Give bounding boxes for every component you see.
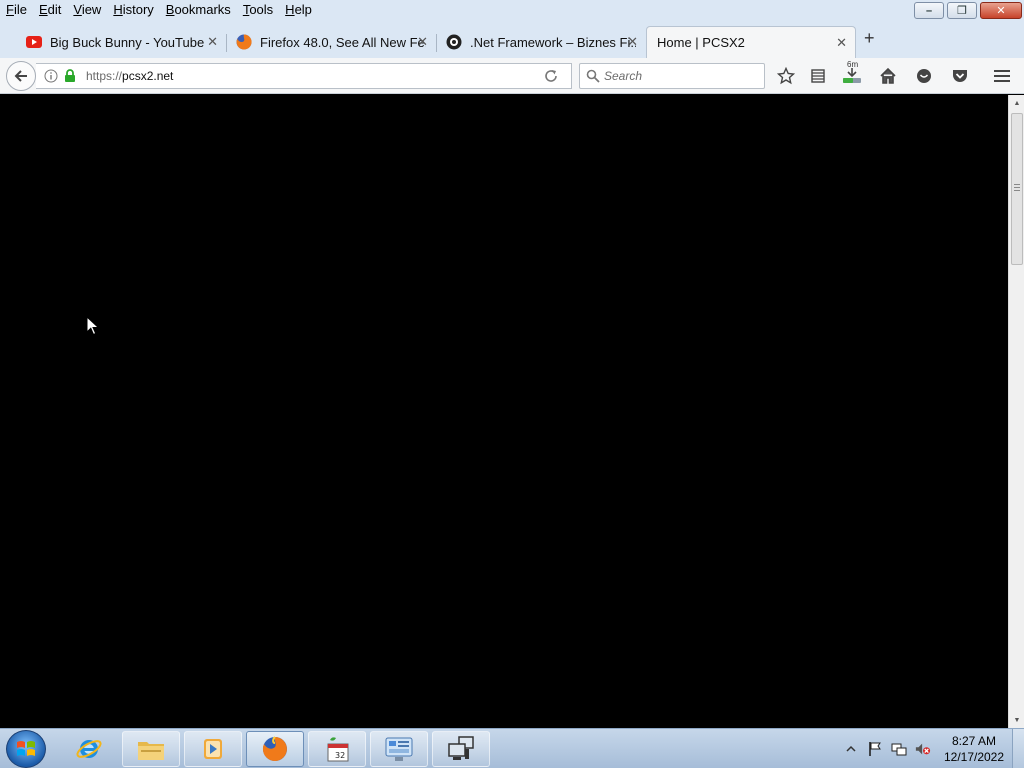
back-arrow-icon bbox=[14, 70, 27, 82]
title-bar: File Edit View History Bookmarks Tools H… bbox=[0, 0, 1024, 20]
taskbar: 32 8:27 AM 12/17/2022 bbox=[0, 728, 1024, 768]
network-status-icon[interactable] bbox=[891, 741, 907, 757]
nav-bar: https://pcsx2.net 6m bbox=[0, 58, 1024, 94]
tab-close-icon[interactable]: ✕ bbox=[207, 34, 218, 50]
url-bar[interactable]: https://pcsx2.net bbox=[36, 63, 572, 89]
tray-expand-icon[interactable] bbox=[843, 741, 859, 757]
scroll-thumb[interactable] bbox=[1011, 113, 1023, 265]
tab-title: .Net Framework – Biznes Fi... bbox=[470, 34, 636, 50]
taskbar-calendar-app[interactable]: 32 bbox=[308, 731, 366, 767]
taskbar-file-explorer[interactable] bbox=[122, 731, 180, 767]
volume-muted-icon[interactable] bbox=[915, 741, 931, 757]
control-panel-icon bbox=[385, 737, 413, 761]
back-button[interactable] bbox=[6, 61, 36, 91]
windows-logo-icon bbox=[17, 741, 35, 756]
file-explorer-icon bbox=[138, 742, 164, 760]
taskbar-network[interactable] bbox=[432, 731, 490, 767]
taskbar-control-panel[interactable] bbox=[370, 731, 428, 767]
tab-net-framework[interactable]: .Net Framework – Biznes Fi... ✕ bbox=[436, 26, 646, 58]
scroll-up-arrow-icon[interactable]: ▲ bbox=[1009, 95, 1024, 111]
calendar-badge: 32 bbox=[335, 751, 345, 760]
minimize-button[interactable]: – bbox=[914, 2, 944, 19]
menu-tools[interactable]: Tools bbox=[237, 1, 279, 19]
reading-list-icon[interactable] bbox=[804, 62, 832, 90]
tab-title: Big Buck Bunny - YouTube bbox=[50, 34, 205, 50]
vertical-scrollbar[interactable]: ▲ ▼ bbox=[1008, 95, 1024, 728]
calendar-app-icon: 32 bbox=[327, 737, 349, 762]
network-icon bbox=[448, 736, 474, 760]
clock-date: 12/17/2022 bbox=[943, 750, 1005, 764]
taskbar-firefox[interactable] bbox=[246, 731, 304, 767]
taskbar-internet-explorer[interactable] bbox=[60, 731, 118, 767]
menu-file[interactable]: File bbox=[0, 1, 33, 19]
tab-close-icon[interactable]: ✕ bbox=[627, 34, 638, 50]
tab-title: Home | PCSX2 bbox=[657, 35, 745, 50]
search-icon bbox=[586, 69, 600, 83]
tab-title: Firefox 48.0, See All New Fe... bbox=[260, 34, 426, 50]
reload-icon[interactable] bbox=[543, 68, 559, 84]
bookmark-star-icon[interactable] bbox=[772, 62, 800, 90]
window-controls: – ❐ ✕ bbox=[914, 2, 1022, 19]
menu-view[interactable]: View bbox=[67, 1, 107, 19]
new-tab-button[interactable]: + bbox=[864, 28, 875, 49]
tab-close-icon[interactable]: ✕ bbox=[836, 35, 847, 51]
screen: File Edit View History Bookmarks Tools H… bbox=[0, 0, 1024, 768]
mouse-pointer-icon bbox=[86, 316, 100, 336]
show-desktop-button[interactable] bbox=[1012, 729, 1024, 768]
download-time-badge: 6m bbox=[847, 60, 859, 69]
media-player-icon bbox=[204, 739, 222, 759]
taskbar-media-player[interactable] bbox=[184, 731, 242, 767]
menu-help[interactable]: Help bbox=[279, 1, 318, 19]
download-icon[interactable]: 6m bbox=[838, 60, 866, 90]
chat-icon[interactable] bbox=[910, 62, 938, 90]
pocket-icon[interactable] bbox=[946, 62, 974, 90]
clock-time: 8:27 AM bbox=[951, 734, 997, 748]
system-tray bbox=[843, 729, 931, 768]
site-icon bbox=[446, 34, 462, 50]
firefox-icon bbox=[262, 736, 287, 761]
menu-icon[interactable] bbox=[988, 62, 1016, 90]
internet-explorer-icon bbox=[76, 740, 102, 758]
tab-firefox-news[interactable]: Firefox 48.0, See All New Fe... ✕ bbox=[226, 26, 436, 58]
menu-history[interactable]: History bbox=[107, 1, 159, 19]
lock-icon[interactable] bbox=[64, 69, 76, 83]
tab-close-icon[interactable]: ✕ bbox=[417, 34, 428, 50]
home-icon[interactable] bbox=[874, 62, 902, 90]
action-center-flag-icon[interactable] bbox=[867, 741, 883, 757]
tab-pcsx2[interactable]: Home | PCSX2 ✕ bbox=[646, 26, 856, 58]
thumb-grip bbox=[1014, 184, 1020, 191]
info-icon[interactable] bbox=[44, 69, 58, 83]
firefox-icon bbox=[236, 34, 252, 50]
close-button[interactable]: ✕ bbox=[980, 2, 1022, 19]
scroll-down-arrow-icon[interactable]: ▼ bbox=[1009, 712, 1024, 728]
system-clock[interactable]: 8:27 AM 12/17/2022 bbox=[940, 733, 1008, 765]
restore-button[interactable]: ❐ bbox=[947, 2, 977, 19]
tab-youtube[interactable]: Big Buck Bunny - YouTube ✕ bbox=[16, 26, 226, 58]
youtube-icon bbox=[26, 36, 42, 48]
menu-bar: File Edit View History Bookmarks Tools H… bbox=[0, 0, 318, 20]
menu-bookmarks[interactable]: Bookmarks bbox=[160, 1, 237, 19]
search-bar[interactable] bbox=[579, 63, 765, 89]
menu-edit[interactable]: Edit bbox=[33, 1, 67, 19]
page-content[interactable] bbox=[0, 95, 1008, 728]
start-button[interactable] bbox=[6, 730, 46, 768]
tab-strip: Big Buck Bunny - YouTube ✕ Firefox 48.0,… bbox=[0, 20, 1024, 58]
url-text[interactable]: https://pcsx2.net bbox=[86, 69, 173, 83]
search-input[interactable] bbox=[604, 68, 754, 84]
